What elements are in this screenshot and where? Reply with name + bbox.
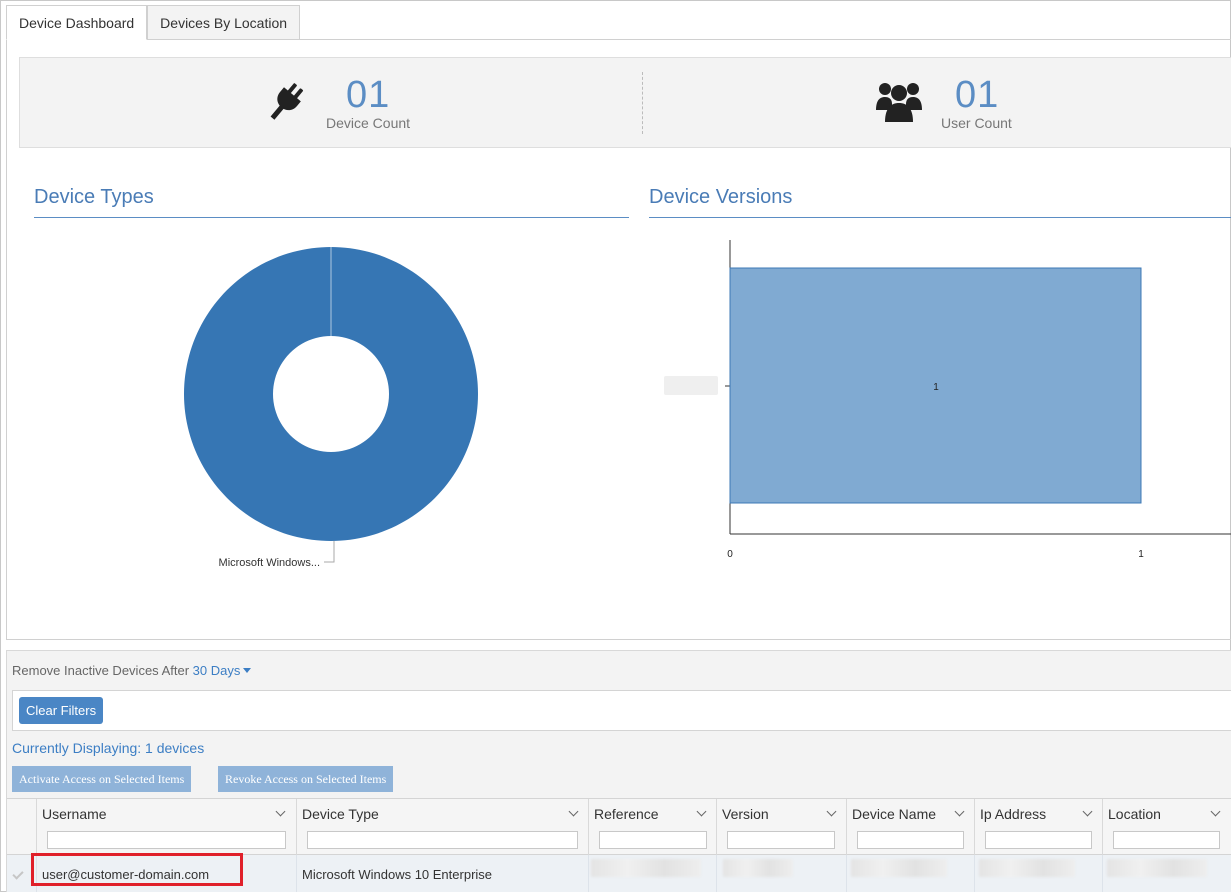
x-tick-label-0: 0 <box>727 549 733 560</box>
device-count-stat: 01 Device Count <box>20 58 642 149</box>
column-device-type[interactable]: Device Type <box>297 799 589 855</box>
tab-devices-by-location[interactable]: Devices By Location <box>147 5 301 40</box>
user-count-value: 01 <box>955 74 1000 116</box>
redacted-value <box>723 859 793 877</box>
caret-down-icon <box>243 668 252 673</box>
version-filter-input[interactable] <box>727 831 835 849</box>
category-label-redacted <box>664 376 718 395</box>
tab-device-dashboard[interactable]: Device Dashboard <box>6 5 148 40</box>
donut-label-leader <box>324 541 335 563</box>
column-title: Reference <box>594 806 659 822</box>
device-types-title: Device Types <box>34 186 154 208</box>
select-column <box>7 799 37 855</box>
panel-border <box>6 39 7 639</box>
user-count-label: User Count <box>941 115 1012 131</box>
redacted-value <box>979 859 1075 877</box>
column-title: Device Type <box>302 806 379 822</box>
chevron-down-icon[interactable] <box>275 806 286 817</box>
table-header: Username Device Type Reference Version D… <box>7 799 1231 855</box>
device-count-value: 01 <box>346 74 391 116</box>
redacted-value <box>591 859 701 877</box>
location-filter-input[interactable] <box>1113 831 1220 849</box>
chevron-down-icon[interactable] <box>568 806 579 817</box>
tab-bar: Device Dashboard Devices By Location <box>6 5 301 40</box>
redacted-value <box>851 859 947 877</box>
tab-divider <box>6 39 1231 40</box>
redacted-value <box>1107 859 1207 877</box>
donut-slice-label: Microsoft Windows... <box>219 557 320 569</box>
device-versions-bar-chart: 1 0 1 <box>664 240 1231 560</box>
column-title: Username <box>42 806 107 822</box>
filter-bar <box>12 690 1231 731</box>
inactive-days-value: 30 Days <box>192 663 241 678</box>
device-versions-rule <box>649 217 1231 218</box>
device-type-cell: Microsoft Windows 10 Enterprise <box>297 855 589 892</box>
panel-border <box>6 639 1231 640</box>
chevron-down-icon[interactable] <box>826 806 837 817</box>
device-count-label: Device Count <box>326 115 411 131</box>
activate-access-button[interactable]: Activate Access on Selected Items <box>12 766 192 792</box>
user-count-stat: 01 User Count <box>642 58 1231 149</box>
reference-cell <box>589 855 717 892</box>
users-icon <box>876 83 922 122</box>
username-filter-input[interactable] <box>47 831 286 849</box>
revoke-access-button[interactable]: Revoke Access on Selected Items <box>218 766 394 792</box>
column-title: Location <box>1108 806 1161 822</box>
version-cell <box>717 855 847 892</box>
check-icon[interactable] <box>12 868 24 880</box>
chevron-down-icon[interactable] <box>696 806 707 817</box>
chevron-down-icon[interactable] <box>954 806 965 817</box>
device-name-filter-input[interactable] <box>857 831 964 849</box>
inactive-label: Remove Inactive Devices After <box>12 663 190 678</box>
ip-address-cell <box>975 855 1103 892</box>
column-device-name[interactable]: Device Name <box>847 799 975 855</box>
device-type-value: Microsoft Windows 10 Enterprise <box>302 867 493 882</box>
column-title: Device Name <box>852 806 937 822</box>
chevron-down-icon[interactable] <box>1082 806 1093 817</box>
device-types-rule <box>34 217 629 218</box>
bar-value-label: 1 <box>933 382 939 393</box>
column-reference[interactable]: Reference <box>589 799 717 855</box>
column-ip-address[interactable]: Ip Address <box>975 799 1103 855</box>
x-tick-label-1: 1 <box>1138 549 1144 560</box>
device-type-filter-input[interactable] <box>307 831 578 849</box>
clear-filters-button[interactable]: Clear Filters <box>19 697 104 724</box>
currently-displaying-text: Currently Displaying: 1 devices <box>12 740 205 756</box>
device-types-donut-chart: Microsoft Windows... <box>183 247 478 569</box>
plug-icon <box>270 83 304 120</box>
column-title: Ip Address <box>980 806 1047 822</box>
stats-panel: 01 Device Count 01 User Count <box>19 57 1231 148</box>
column-username[interactable]: Username <box>37 799 297 855</box>
inactive-days-dropdown[interactable]: 30 Days <box>193 663 252 678</box>
device-versions-title: Device Versions <box>649 186 793 208</box>
reference-filter-input[interactable] <box>599 831 707 849</box>
location-cell <box>1103 855 1231 892</box>
column-version[interactable]: Version <box>717 799 847 855</box>
column-location[interactable]: Location <box>1103 799 1231 855</box>
highlight-annotation <box>31 853 243 886</box>
chevron-down-icon[interactable] <box>1210 806 1221 817</box>
device-name-cell <box>847 855 975 892</box>
inactive-setting: Remove Inactive Devices After 30 Days <box>12 663 252 678</box>
ip-address-filter-input[interactable] <box>985 831 1092 849</box>
column-title: Version <box>722 806 769 822</box>
